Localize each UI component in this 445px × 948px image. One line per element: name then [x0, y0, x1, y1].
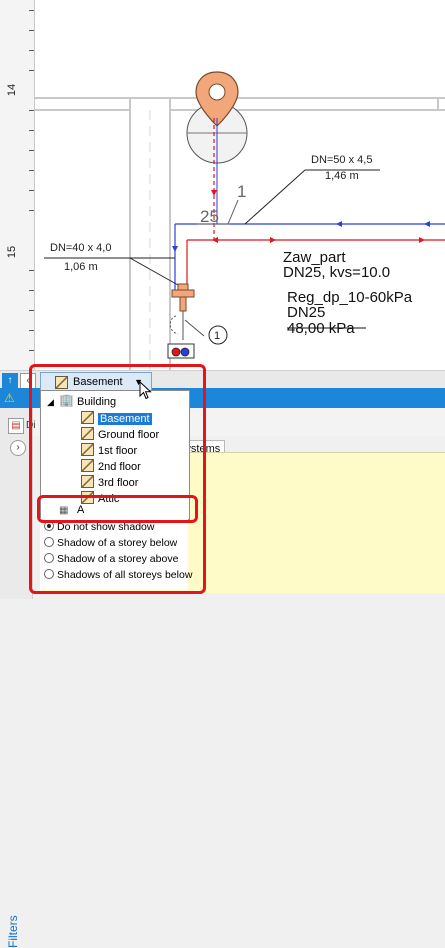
tree-item-ground-floor[interactable]: Ground floor: [81, 427, 159, 441]
pipe2-dimension: DN=40 x 4,0: [50, 242, 111, 254]
pipe1-length: 1,46 m: [325, 170, 359, 182]
radio-no-shadow[interactable]: Do not show shadow: [44, 521, 154, 534]
side-panel-strip: ▤ Di › Filters: [0, 408, 35, 948]
diagram-icon[interactable]: ▤: [8, 418, 24, 434]
scroll-left-icon[interactable]: ‹: [20, 373, 36, 389]
drawing-canvas[interactable]: 14 15 DN=50 x 4,5 1,46 m DN=40 x 4,0 1,0…: [0, 0, 445, 370]
storey-selected-value: Basement: [73, 376, 123, 388]
mouse-cursor-icon: [139, 381, 152, 400]
warning-icon[interactable]: ⚠: [4, 391, 15, 405]
tree-item-3rd-floor[interactable]: 3rd floor: [81, 475, 138, 489]
section-icon: ▦: [59, 505, 69, 516]
floor-icon: [81, 427, 94, 440]
label-dn25-kvs: DN25, kvs=10.0: [283, 264, 390, 281]
heater-connection-icon[interactable]: [167, 343, 195, 359]
collapse-arrow-icon[interactable]: ◢: [47, 396, 54, 409]
diagram-tab-label[interactable]: Di: [26, 420, 35, 431]
mark-25: 25: [200, 207, 219, 226]
tree-root-a[interactable]: A: [77, 504, 84, 517]
tree-item-basement[interactable]: Basement: [81, 411, 152, 425]
hvac-drawing[interactable]: DN=50 x 4,5 1,46 m DN=40 x 4,0 1,06 m 25…: [0, 0, 445, 370]
node-number: 1: [214, 330, 220, 342]
radio-shadows-all-below[interactable]: Shadows of all storeys below: [44, 569, 192, 582]
radio-shadow-above[interactable]: Shadow of a storey above: [44, 553, 178, 566]
shadow-options: Do not show shadow Shadow of a storey be…: [40, 518, 192, 590]
floor-icon: [81, 491, 94, 504]
pipe2-length: 1,06 m: [64, 261, 98, 273]
pipe1-dimension: DN=50 x 4,5: [311, 154, 372, 166]
floor-icon: [55, 376, 68, 389]
expand-icon[interactable]: ›: [10, 440, 26, 456]
storey-dropdown[interactable]: ◢ 🏢 Building Basement Ground floor 1st f…: [40, 390, 190, 520]
mark-1: 1: [237, 182, 246, 201]
tree-item-attic[interactable]: Attic: [81, 491, 119, 505]
floor-icon: [81, 459, 94, 472]
filters-tab[interactable]: Filters: [6, 915, 20, 948]
tree-root-building[interactable]: Building: [77, 396, 116, 409]
tree-item-2nd-floor[interactable]: 2nd floor: [81, 459, 141, 473]
building-icon: 🏢: [59, 393, 74, 407]
scroll-up-icon[interactable]: ↑: [2, 373, 18, 389]
label-dn25: DN25: [287, 304, 325, 321]
floor-icon: [81, 443, 94, 456]
tree-item-1st-floor[interactable]: 1st floor: [81, 443, 137, 457]
regulator-valve-icon[interactable]: [169, 283, 205, 340]
floor-icon: [81, 475, 94, 488]
radio-shadow-below[interactable]: Shadow of a storey below: [44, 537, 177, 550]
floor-icon: [81, 411, 94, 424]
storey-selector[interactable]: Basement ▼: [40, 372, 152, 392]
